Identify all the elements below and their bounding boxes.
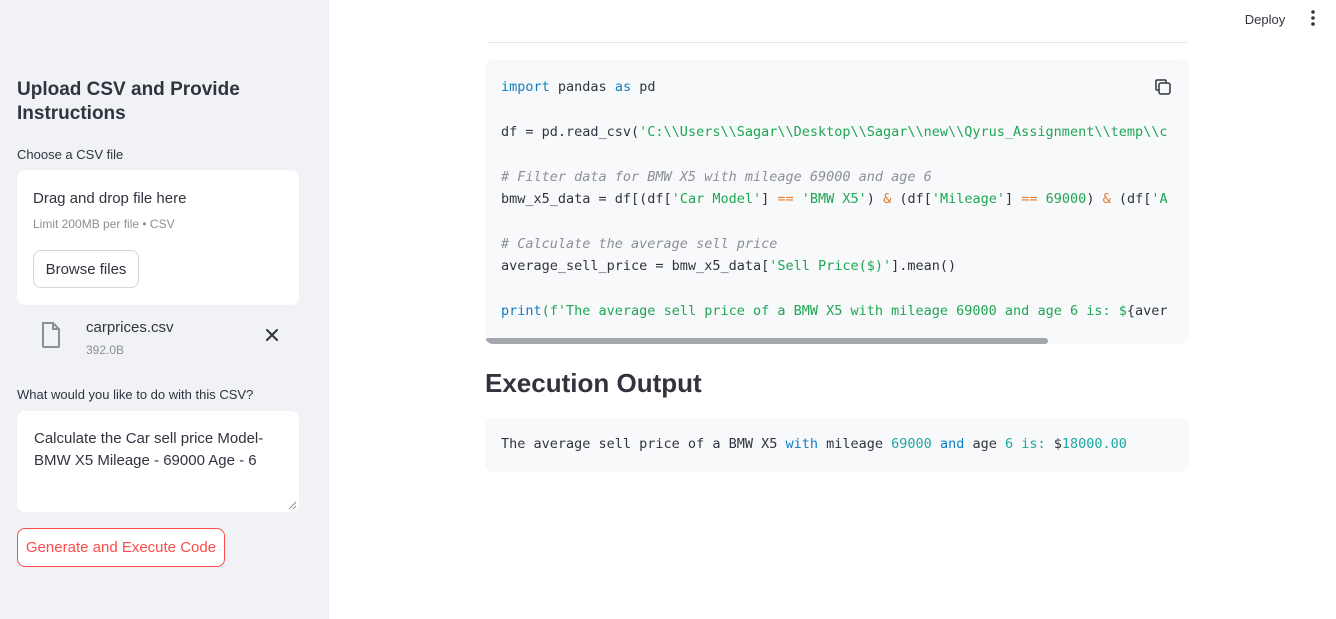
dropzone-instruction: Drag and drop file here	[33, 190, 187, 207]
code-lines: import pandas as pd df = pd.read_csv('C:…	[501, 76, 1189, 322]
code-token: )	[1086, 190, 1103, 207]
output-token: The average sell price of a BMW X5	[501, 436, 786, 452]
code-token: &	[883, 190, 892, 207]
output-token: 6	[1004, 436, 1014, 452]
code-line: # Calculate the average sell price	[501, 233, 1189, 255]
file-uploader-label: Choose a CSV file	[17, 147, 124, 162]
uploaded-file-name: carprices.csv	[86, 319, 174, 336]
code-token: (df[	[891, 190, 932, 207]
sidebar: Upload CSV and Provide Instructions Choo…	[0, 0, 329, 619]
instructions-label: What would you like to do with this CSV?	[17, 387, 254, 402]
deploy-button[interactable]: Deploy	[1232, 8, 1298, 30]
resize-grip-icon[interactable]	[288, 501, 297, 510]
remove-file-icon[interactable]	[263, 326, 281, 344]
code-token: print	[501, 302, 542, 319]
code-token: 'A	[1151, 190, 1168, 207]
code-token: (df[	[1110, 190, 1152, 207]
code-token: )	[866, 190, 884, 207]
output-token: 69000	[891, 436, 932, 452]
code-line: import pandas as pd	[501, 76, 1189, 98]
browse-files-button[interactable]: Browse files	[33, 250, 139, 288]
code-token: ]	[1005, 190, 1022, 207]
file-dropzone[interactable]: Drag and drop file here Limit 200MB per …	[17, 170, 299, 305]
kebab-menu-icon[interactable]	[1306, 9, 1320, 27]
output-token: age	[964, 436, 1005, 452]
output-token: is:	[1021, 436, 1046, 452]
output-token: $	[1045, 436, 1062, 452]
output-token: with	[785, 436, 818, 452]
code-line: print(f'The average sell price of a BMW …	[501, 300, 1189, 322]
uploaded-file-row: carprices.csv 392.0B	[17, 312, 299, 362]
instructions-textarea[interactable]: Calculate the Car sell price Model- BMW …	[17, 411, 299, 512]
code-token: bmw_x5_data = df[(df[	[501, 190, 672, 207]
code-token: {aver	[1126, 302, 1168, 319]
code-token: 'BMW X5'	[801, 190, 867, 207]
output-token: and	[939, 436, 965, 452]
code-token: as	[614, 79, 632, 95]
execution-output-text: The average sell price of a BMW X5 with …	[501, 436, 1127, 452]
code-line: # Filter data for BMW X5 with mileage 69…	[501, 166, 1189, 188]
code-token: 'The average sell price of a BMW X5 with…	[557, 302, 1127, 319]
code-token: # Calculate the average sell price	[501, 235, 778, 252]
output-token	[932, 436, 940, 452]
execution-output-block: The average sell price of a BMW X5 with …	[485, 418, 1189, 472]
dropzone-limit: Limit 200MB per file • CSV	[33, 217, 175, 231]
code-token: df = pd.read_csv(	[501, 123, 640, 140]
code-token: pd	[631, 79, 656, 95]
uploaded-file-size: 392.0B	[86, 343, 125, 357]
code-token: 'Car Model'	[671, 190, 762, 207]
output-token: 18000.00	[1061, 436, 1127, 452]
file-icon	[42, 322, 60, 348]
code-token: ]	[761, 190, 778, 207]
code-token: 'Mileage'	[931, 190, 1005, 207]
horizontal-scrollbar[interactable]	[485, 338, 1049, 344]
code-token: &	[1102, 190, 1111, 207]
copy-icon[interactable]	[1154, 78, 1172, 96]
code-token: import	[501, 79, 550, 95]
code-token: average_sell_price = bmw_x5_data[	[501, 258, 770, 275]
code-token: (f	[541, 302, 558, 319]
code-token: ].mean()	[891, 258, 957, 275]
sidebar-title: Upload CSV and Provide Instructions	[17, 79, 240, 124]
execution-output-title: Execution Output	[485, 368, 702, 398]
code-token: 'C:\\Users\\Sagar\\Desktop\\Sagar\\new\\…	[639, 123, 1168, 140]
code-token: ==	[777, 190, 794, 207]
code-token: # Filter data for BMW X5 with mileage 69…	[501, 168, 932, 185]
generate-execute-button[interactable]: Generate and Execute Code	[17, 528, 225, 567]
output-token: mileage	[818, 436, 892, 452]
code-token: 69000	[1045, 190, 1087, 207]
section-divider	[487, 42, 1187, 43]
code-block: import pandas as pd df = pd.read_csv('C:…	[485, 60, 1189, 344]
code-token: 'Sell Price($)'	[769, 258, 892, 275]
code-line: average_sell_price = bmw_x5_data['Sell P…	[501, 255, 1189, 277]
code-token: pandas	[549, 79, 615, 95]
code-line: df = pd.read_csv('C:\\Users\\Sagar\\Desk…	[501, 121, 1189, 143]
code-line: bmw_x5_data = df[(df['Car Model'] == 'BM…	[501, 188, 1189, 210]
code-token: ==	[1021, 190, 1038, 207]
